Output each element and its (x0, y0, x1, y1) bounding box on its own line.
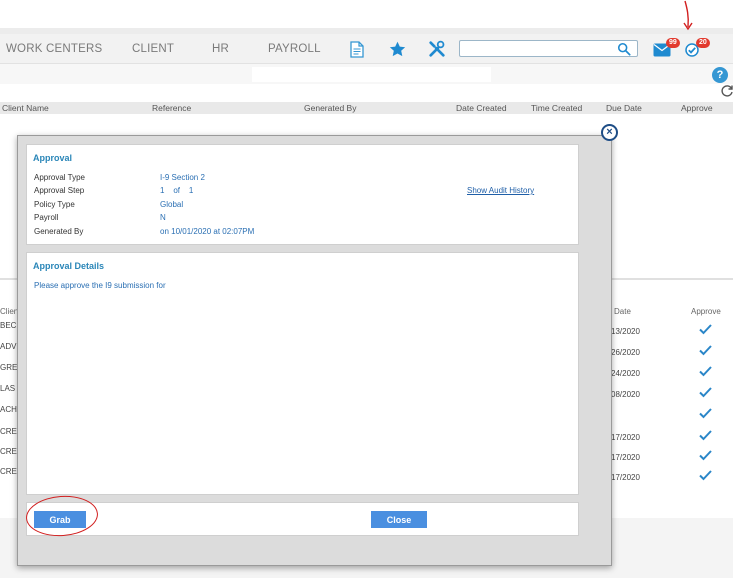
field-label-generated-by: Generated By (34, 227, 84, 236)
list-cell-date: 26/2020 (611, 348, 640, 357)
approval-title: Approval (33, 153, 73, 163)
approval-details-title: Approval Details (33, 261, 105, 271)
list-cell-client: ACH (0, 405, 17, 414)
nav-work-centers[interactable]: WORK CENTERS (6, 43, 102, 55)
col-generated-by[interactable]: Generated By (304, 103, 356, 113)
mail-badge: 99 (666, 38, 680, 48)
check-icon[interactable] (699, 468, 712, 481)
check-icon[interactable] (699, 428, 712, 441)
col-approve[interactable]: Approve (681, 103, 713, 113)
list-cell-client: CRE (0, 467, 17, 476)
table-header: Client Name Reference Generated By Date … (0, 102, 733, 114)
field-value-policy-type: Global (160, 200, 184, 209)
list-cell-date: 13/2020 (611, 327, 640, 336)
help-icon[interactable]: ? (712, 67, 728, 83)
list-cell-date: 24/2020 (611, 369, 640, 378)
refresh-icon[interactable] (720, 84, 733, 98)
list-cell-date: 08/2020 (611, 390, 640, 399)
check-icon[interactable] (699, 343, 712, 356)
close-icon[interactable]: × (601, 124, 618, 141)
field-label-policy-type: Policy Type (34, 200, 75, 209)
check-icon[interactable] (699, 364, 712, 377)
show-audit-history-link[interactable]: Show Audit History (467, 186, 534, 195)
col-time-created[interactable]: Time Created (531, 103, 582, 113)
filter-field[interactable] (252, 67, 491, 82)
list-cell-date: 17/2020 (611, 453, 640, 462)
col-due-date[interactable]: Due Date (606, 103, 642, 113)
nav-hr[interactable]: HR (212, 43, 229, 55)
nav-client[interactable]: CLIENT (132, 43, 174, 55)
list-cell-client: BEC (0, 321, 17, 330)
search-input[interactable] (459, 40, 638, 57)
list-cell-client: LAS (0, 384, 16, 393)
check-icon[interactable] (699, 406, 712, 419)
list-col-approve: Approve (691, 307, 721, 316)
annotation-arrow (683, 0, 693, 31)
list-cell-client: CRE (0, 447, 17, 456)
list-cell-date: 17/2020 (611, 433, 640, 442)
list-cell-client: CRE (0, 427, 17, 436)
col-date-created[interactable]: Date Created (456, 103, 507, 113)
list-cell-date: 17/2020 (611, 473, 640, 482)
col-reference[interactable]: Reference (152, 103, 191, 113)
field-label-approval-type: Approval Type (34, 173, 85, 182)
star-icon[interactable] (387, 39, 407, 59)
check-icon[interactable] (699, 448, 712, 461)
list-col-client: Clien (0, 307, 19, 316)
field-value-payroll: N (160, 213, 166, 222)
list-cell-client: ADV (0, 342, 17, 351)
col-client-name[interactable]: Client Name (2, 103, 49, 113)
approval-card: Approval Approval Type I-9 Section 2 App… (26, 144, 579, 245)
field-value-generated-by: on 10/01/2020 at 02:07PM (160, 227, 255, 236)
list-cell-client: GRE (0, 363, 18, 372)
sub-toolbar (0, 64, 733, 84)
field-label-approval-step: Approval Step (34, 186, 85, 195)
field-value-approval-type: I-9 Section 2 (160, 173, 205, 182)
field-value-approval-step: 1 of 1 (160, 186, 194, 195)
approval-details-card: Approval Details Please approve the I9 s… (26, 252, 579, 495)
approval-modal: Approval Approval Type I-9 Section 2 App… (17, 135, 612, 566)
document-icon[interactable] (347, 39, 367, 59)
nav-payroll[interactable]: PAYROLL (268, 43, 321, 55)
check-icon[interactable] (699, 322, 712, 335)
search-icon[interactable] (617, 42, 631, 56)
approval-details-text: Please approve the I9 submission for (34, 281, 166, 290)
close-button[interactable]: Close (371, 511, 427, 528)
list-col-date: Date (614, 307, 631, 316)
modal-footer: Grab Close (26, 502, 579, 536)
approvals-badge: 20 (696, 38, 710, 48)
field-label-payroll: Payroll (34, 213, 59, 222)
check-icon[interactable] (699, 385, 712, 398)
tools-icon[interactable] (427, 39, 447, 59)
top-nav: WORK CENTERS CLIENT HR PAYROLL 99 20 (0, 34, 733, 64)
